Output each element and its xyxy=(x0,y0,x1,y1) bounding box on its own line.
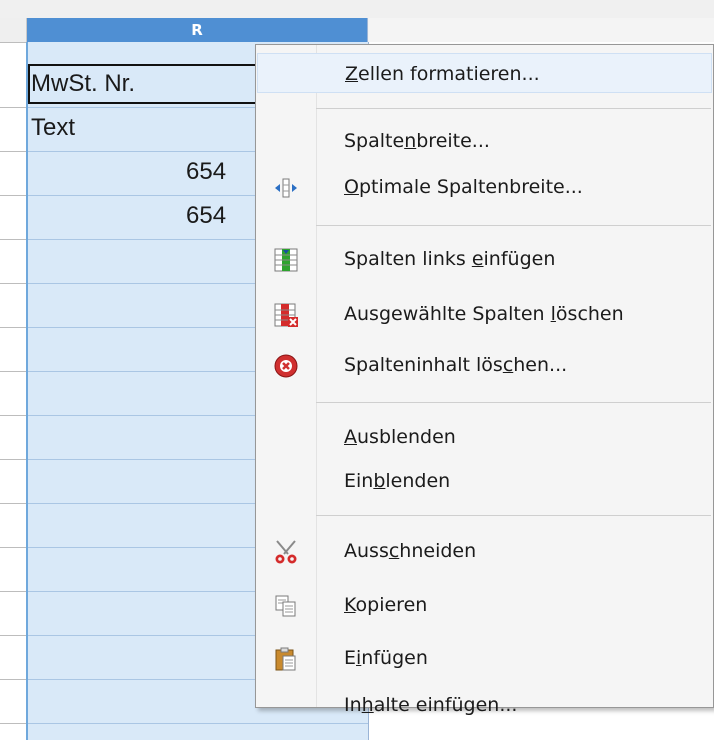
gutter-line xyxy=(0,283,26,284)
clear-contents-icon xyxy=(273,353,299,379)
cell-r4[interactable]: 654 xyxy=(186,202,226,230)
paste-icon xyxy=(273,646,299,672)
menu-item-paste[interactable]: Einfügen xyxy=(257,638,712,678)
gutter-line xyxy=(0,107,26,108)
gutter-line xyxy=(0,42,26,43)
cell-r3[interactable]: 654 xyxy=(186,158,226,186)
menu-item-label: Ausblenden xyxy=(344,426,456,448)
cell-r2[interactable]: Text xyxy=(31,114,75,142)
menu-item-show[interactable]: Einblenden xyxy=(257,461,712,501)
menu-item-label: Ausgewählte Spalten löschen xyxy=(344,303,624,325)
menu-separator xyxy=(316,108,711,109)
copy-icon xyxy=(273,593,299,619)
menu-item-label: Optimale Spaltenbreite... xyxy=(344,176,583,198)
context-menu: Zellen formatieren... Spaltenbreite... O… xyxy=(255,44,714,716)
menu-separator xyxy=(316,225,711,226)
menu-item-delete-columns[interactable]: Ausgewählte Spalten löschen xyxy=(257,294,712,334)
menu-item-label: Einblenden xyxy=(344,470,451,492)
menu-separator xyxy=(316,515,711,516)
menu-separator xyxy=(316,402,711,403)
menu-item-cut[interactable]: Ausschneiden xyxy=(257,531,712,571)
scissors-icon xyxy=(273,539,299,565)
gutter-line xyxy=(0,195,26,196)
column-header-r[interactable]: R xyxy=(27,18,368,42)
menu-item-label: Einfügen xyxy=(344,647,428,669)
menu-item-clear-column-contents[interactable]: Spalteninhalt löschen... xyxy=(257,345,712,385)
gutter-line xyxy=(0,239,26,240)
resize-horizontal-icon xyxy=(273,175,299,201)
menu-item-paste-special[interactable]: Inhalte einfügen... xyxy=(257,685,712,725)
menu-item-optimal-column-width[interactable]: Optimale Spaltenbreite... xyxy=(257,167,712,207)
gutter-line xyxy=(0,679,26,680)
gutter-line xyxy=(0,723,26,724)
select-all-corner[interactable] xyxy=(0,18,27,42)
menu-item-label: Spalten links einfügen xyxy=(344,248,556,270)
menu-item-copy[interactable]: Kopieren xyxy=(257,585,712,625)
gutter-line xyxy=(0,503,26,504)
menu-item-label: Spaltenbreite... xyxy=(344,130,490,152)
menu-item-hide[interactable]: Ausblenden xyxy=(257,417,712,457)
gutter-line xyxy=(0,459,26,460)
menu-item-label: Inhalte einfügen... xyxy=(344,694,518,716)
gutter-line xyxy=(0,547,26,548)
gutter-line xyxy=(0,327,26,328)
menu-item-column-width[interactable]: Spaltenbreite... xyxy=(257,121,712,161)
top-strip xyxy=(0,0,714,18)
gutter-line xyxy=(0,635,26,636)
menu-item-label: Spalteninhalt löschen... xyxy=(344,354,568,376)
row-header-gutter[interactable] xyxy=(0,42,28,740)
menu-item-insert-columns-left[interactable]: Spalten links einfügen xyxy=(257,239,712,279)
menu-item-label: Kopieren xyxy=(344,594,428,616)
delete-column-icon xyxy=(273,302,299,328)
gutter-line xyxy=(0,371,26,372)
gutter-line xyxy=(0,151,26,152)
column-header-next[interactable] xyxy=(369,18,714,42)
menu-item-label: Ausschneiden xyxy=(344,540,477,562)
gutter-line xyxy=(0,415,26,416)
insert-column-icon xyxy=(273,247,299,273)
cell-r1[interactable]: MwSt. Nr. xyxy=(31,70,135,98)
menu-item-label: Zellen formatieren... xyxy=(345,63,540,85)
menu-item-format-cells[interactable]: Zellen formatieren... xyxy=(257,53,712,93)
gutter-line xyxy=(0,591,26,592)
